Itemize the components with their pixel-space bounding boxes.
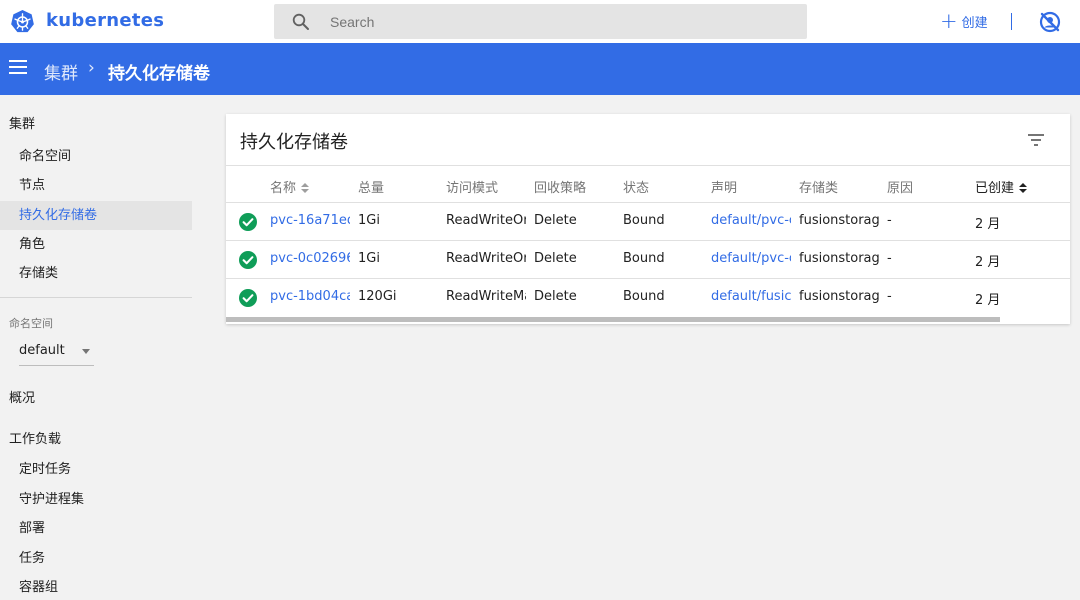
pv-capacity: 1Gi	[358, 251, 380, 266]
pv-created: 2 月	[975, 255, 1001, 270]
sort-icon	[1019, 183, 1028, 194]
column-header-reason: 原因	[887, 181, 914, 196]
pv-name-link[interactable]: pvc-0c02696	[270, 251, 350, 266]
pv-name-link[interactable]: pvc-16a71ed	[270, 213, 350, 228]
pv-reason: -	[887, 251, 892, 266]
sidebar-item-cronjobs[interactable]: 定时任务	[0, 455, 192, 484]
pv-storage-class: fusionstorag	[799, 213, 879, 228]
sort-icon	[301, 183, 310, 194]
pv-reason: -	[887, 289, 892, 304]
pv-claim-link[interactable]: default/pvc-c	[711, 251, 791, 266]
namespace-select[interactable]: default	[19, 336, 94, 366]
pv-reason: -	[887, 213, 892, 228]
pv-access-modes: ReadWriteMa	[446, 289, 526, 304]
column-header-status: 状态	[623, 181, 650, 196]
sidebar-item-overview[interactable]: 概况	[9, 387, 35, 406]
sidebar-item-roles[interactable]: 角色	[0, 230, 192, 259]
sidebar-item-pods[interactable]: 容器组	[0, 573, 192, 600]
plus-icon: +	[940, 9, 958, 33]
check-circle-icon	[239, 251, 257, 269]
filter-icon[interactable]	[1028, 134, 1044, 148]
pv-capacity: 1Gi	[358, 213, 380, 228]
horizontal-scrollbar[interactable]	[226, 317, 1000, 322]
create-button[interactable]: + 创建	[940, 10, 988, 32]
sidebar-item-jobs[interactable]: 任务	[0, 544, 192, 573]
sidebar-item-daemonsets[interactable]: 守护进程集	[0, 485, 192, 514]
table-row[interactable]: pvc-0c02696 1Gi ReadWriteOr Delete Bound…	[226, 241, 1070, 279]
pv-storage-class: fusionstorag	[799, 289, 879, 304]
column-header-name[interactable]: 名称	[270, 177, 310, 196]
sidebar-item-deployments[interactable]: 部署	[0, 514, 192, 543]
pv-storage-class: fusionstorag	[799, 251, 879, 266]
table-row[interactable]: pvc-1bd04ca 120Gi ReadWriteMa Delete Bou…	[226, 279, 1070, 317]
namespace-value: default	[19, 343, 65, 358]
sidebar-heading-workloads[interactable]: 工作负载	[9, 428, 61, 447]
search-input[interactable]	[330, 4, 790, 39]
table-header: 名称 总量 访问模式 回收策略 状态 声明 存储类 原因 已创建	[226, 165, 1070, 203]
pv-reclaim-policy: Delete	[534, 251, 577, 266]
sidebar-item-storage-classes[interactable]: 存储类	[0, 259, 192, 288]
page-title: 持久化存储卷	[108, 64, 210, 84]
pv-reclaim-policy: Delete	[534, 289, 577, 304]
search-box[interactable]	[274, 4, 807, 39]
column-header-capacity: 总量	[358, 181, 385, 196]
user-disabled-icon[interactable]	[1038, 10, 1062, 34]
pv-access-modes: ReadWriteOr	[446, 251, 526, 266]
pv-access-modes: ReadWriteOr	[446, 213, 526, 228]
sidebar-item-nodes[interactable]: 节点	[0, 171, 192, 200]
pv-status: Bound	[623, 289, 665, 304]
top-bar: kubernetes + 创建	[0, 0, 1080, 43]
card-title: 持久化存储卷	[240, 132, 348, 153]
search-icon	[292, 13, 309, 30]
toolbar-divider	[1011, 13, 1012, 30]
sidebar: 集群 命名空间 节点 持久化存储卷 角色 存储类 命名空间 default 概况…	[0, 95, 207, 600]
check-circle-icon	[239, 213, 257, 231]
sidebar-heading-cluster[interactable]: 集群	[9, 113, 35, 132]
breadcrumb-chevron-icon: ›	[88, 58, 95, 78]
pv-created: 2 月	[975, 217, 1001, 232]
table-row[interactable]: pvc-16a71ed 1Gi ReadWriteOr Delete Bound…	[226, 203, 1070, 241]
hamburger-menu-icon[interactable]	[9, 60, 27, 76]
chevron-down-icon	[82, 349, 90, 354]
column-header-claim: 声明	[711, 181, 738, 196]
column-header-reclaim-policy: 回收策略	[534, 181, 587, 196]
pv-status: Bound	[623, 213, 665, 228]
column-header-storage-class: 存储类	[799, 181, 839, 196]
pv-reclaim-policy: Delete	[534, 213, 577, 228]
check-circle-icon	[239, 289, 257, 307]
column-header-created[interactable]: 已创建	[975, 177, 1028, 196]
sidebar-item-namespaces[interactable]: 命名空间	[0, 142, 192, 171]
brand-name[interactable]: kubernetes	[46, 10, 164, 31]
namespace-label: 命名空间	[9, 317, 53, 330]
breadcrumb-cluster-link[interactable]: 集群	[44, 59, 78, 84]
pv-claim-link[interactable]: default/pvc-c	[711, 213, 791, 228]
breadcrumb-bar: 集群 › 持久化存储卷	[0, 43, 1080, 95]
column-header-access-modes: 访问模式	[446, 181, 499, 196]
pv-status: Bound	[623, 251, 665, 266]
sidebar-item-persistent-volumes[interactable]: 持久化存储卷	[0, 201, 192, 230]
persistent-volumes-card: 持久化存储卷 名称 总量 访问模式 回收策略 状态 声明 存储类 原因 已创建 …	[226, 114, 1070, 324]
kubernetes-logo-icon[interactable]	[10, 9, 35, 34]
pv-created: 2 月	[975, 293, 1001, 308]
pv-capacity: 120Gi	[358, 289, 397, 304]
sidebar-divider	[0, 297, 192, 298]
pv-claim-link[interactable]: default/fusic	[711, 289, 791, 304]
pv-name-link[interactable]: pvc-1bd04ca	[270, 289, 350, 304]
pv-table: 名称 总量 访问模式 回收策略 状态 声明 存储类 原因 已创建 pvc-16a…	[226, 165, 1070, 324]
create-button-label: 创建	[961, 15, 988, 31]
